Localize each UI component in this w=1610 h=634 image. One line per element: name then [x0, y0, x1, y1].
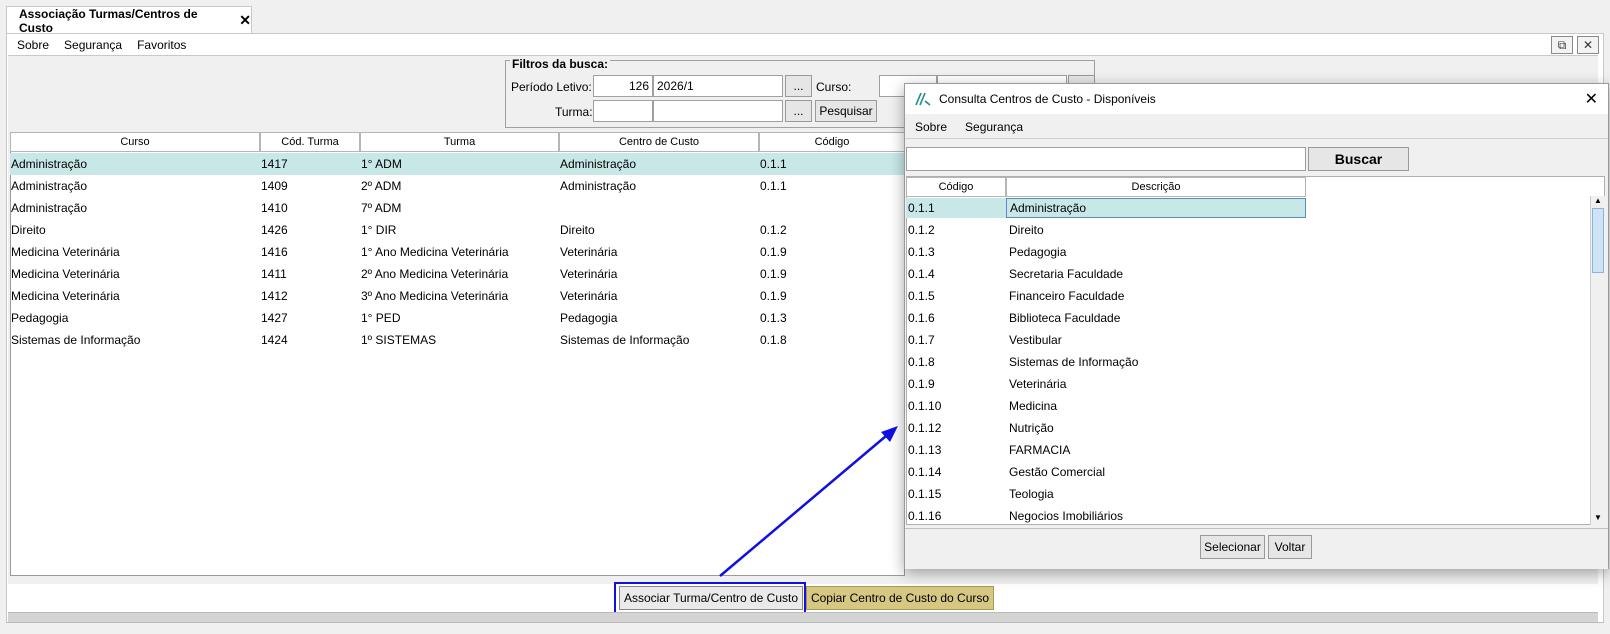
cost-center-code: 0.1.8	[908, 355, 935, 369]
cost-center-description: Sistemas de Informação	[1009, 355, 1139, 369]
list-item[interactable]: 0.1.10 Medicina	[906, 395, 1306, 417]
cost-center-code: 0.1.2	[908, 223, 935, 237]
cost-center-description: Biblioteca Faculdade	[1009, 311, 1121, 325]
cost-center-description: Financeiro Faculdade	[1009, 289, 1125, 303]
cost-center-description: Veterinária	[1009, 377, 1067, 391]
dialog-titlebar: Consulta Centros de Custo - Disponíveis …	[905, 84, 1608, 114]
list-item[interactable]: 0.1.6 Biblioteca Faculdade	[906, 307, 1306, 329]
copy-cost-center-button[interactable]: Copiar Centro de Custo do Curso	[806, 586, 994, 610]
list-item[interactable]: 0.1.9 Veterinária	[906, 373, 1306, 395]
cost-center-code: 0.1.15	[908, 487, 942, 501]
list-item[interactable]: 0.1.1 Administração	[906, 197, 1306, 219]
cost-center-code: 0.1.6	[908, 311, 935, 325]
cost-center-code: 0.1.1	[906, 198, 1006, 218]
status-bar	[6, 622, 1604, 634]
buscar-button[interactable]: Buscar	[1308, 147, 1409, 171]
cost-center-description: Medicina	[1009, 399, 1058, 413]
dialog-title: Consulta Centros de Custo - Disponíveis	[939, 92, 1156, 106]
cost-center-description: Negocios Imobiliários	[1009, 509, 1124, 523]
dialog-col-descricao[interactable]: Descrição	[1006, 177, 1306, 197]
cost-center-code: 0.1.10	[908, 399, 942, 413]
dialog-close-icon[interactable]: ✕	[1585, 89, 1598, 109]
cost-center-description: Teologia	[1009, 487, 1054, 501]
cost-center-table-body: 0.1.1 Administração 0.1.2 Direito 0.1.3 Pedag…	[906, 197, 1306, 527]
app-logo-icon	[915, 92, 931, 106]
cost-center-code: 0.1.16	[908, 509, 942, 523]
cost-center-code: 0.1.9	[908, 377, 935, 391]
scroll-down-icon[interactable]: ▼	[1592, 513, 1604, 525]
selecionar-button[interactable]: Selecionar	[1200, 535, 1265, 559]
associate-button[interactable]: Associar Turma/Centro de Custo	[619, 586, 803, 610]
cost-center-description: Pedagogia	[1009, 245, 1067, 259]
horizontal-scrollbar[interactable]	[8, 612, 1598, 622]
list-item[interactable]: 0.1.7 Vestibular	[906, 329, 1306, 351]
scroll-thumb[interactable]	[1592, 208, 1604, 273]
list-item[interactable]: 0.1.5 Financeiro Faculdade	[906, 285, 1306, 307]
voltar-button[interactable]: Voltar	[1268, 535, 1312, 559]
dialog-vertical-scrollbar[interactable]: ▲ ▼	[1590, 196, 1605, 525]
cost-center-code: 0.1.14	[908, 465, 942, 479]
list-item[interactable]: 0.1.2 Direito	[906, 219, 1306, 241]
list-item[interactable]: 0.1.14 Gestão Comercial	[906, 461, 1306, 483]
cost-center-code: 0.1.13	[908, 443, 942, 457]
cost-center-description: Administração	[1006, 198, 1306, 218]
scroll-up-icon[interactable]: ▲	[1592, 196, 1604, 208]
cost-center-description: Nutrição	[1009, 421, 1054, 435]
cost-center-code: 0.1.3	[908, 245, 935, 259]
list-item[interactable]: 0.1.12 Nutrição	[906, 417, 1306, 439]
dialog-menubar: Sobre Segurança	[905, 116, 1608, 139]
cost-center-description: Vestibular	[1009, 333, 1062, 347]
dialog-menu-sobre[interactable]: Sobre	[915, 120, 947, 134]
cost-center-code: 0.1.5	[908, 289, 935, 303]
cost-center-code: 0.1.7	[908, 333, 935, 347]
cost-center-description: Gestão Comercial	[1009, 465, 1106, 479]
dialog-col-codigo[interactable]: Código	[906, 177, 1006, 197]
dialog-menu-seguranca[interactable]: Segurança	[965, 120, 1023, 134]
list-item[interactable]: 0.1.15 Teologia	[906, 483, 1306, 505]
cost-center-code: 0.1.12	[908, 421, 942, 435]
list-item[interactable]: 0.1.3 Pedagogia	[906, 241, 1306, 263]
cost-center-description: Secretaria Faculdade	[1009, 267, 1124, 281]
dialog-search-input[interactable]	[906, 147, 1306, 171]
cost-center-description: Direito	[1009, 223, 1044, 237]
cost-center-description: FARMACIA	[1009, 443, 1071, 457]
list-item[interactable]: 0.1.4 Secretaria Faculdade	[906, 263, 1306, 285]
list-item[interactable]: 0.1.8 Sistemas de Informação	[906, 351, 1306, 373]
arrow-line	[719, 435, 887, 577]
cost-center-code: 0.1.4	[908, 267, 935, 281]
list-item[interactable]: 0.1.13 FARMACIA	[906, 439, 1306, 461]
list-item[interactable]: 0.1.16 Negocios Imobiliários	[906, 505, 1306, 527]
